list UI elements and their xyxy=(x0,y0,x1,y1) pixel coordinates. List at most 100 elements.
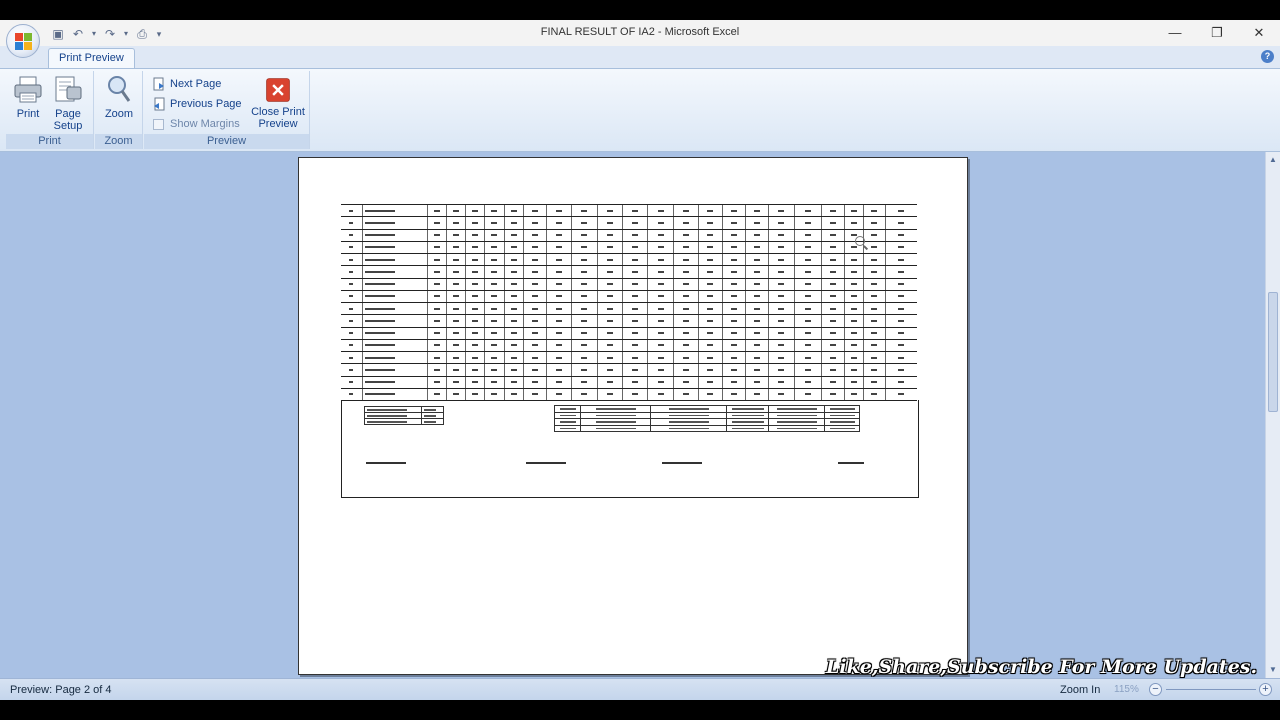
table-row xyxy=(341,265,917,279)
scroll-down-icon[interactable]: ▼ xyxy=(1268,665,1278,675)
table-cell xyxy=(571,350,598,365)
table-row xyxy=(341,301,917,316)
next-page-icon xyxy=(153,77,164,91)
table-cell xyxy=(571,301,598,316)
table-cell xyxy=(672,252,699,267)
table-cell xyxy=(545,265,572,279)
zoom-percent[interactable]: 115% xyxy=(1114,684,1139,695)
next-page-label: Next Page xyxy=(170,78,222,90)
table-cell xyxy=(622,338,648,353)
show-margins-checkbox-box[interactable] xyxy=(153,118,164,130)
print-preview-page[interactable] xyxy=(298,157,968,675)
restore-button[interactable]: ❐ xyxy=(1196,20,1238,46)
table-cell xyxy=(698,216,723,230)
toppers-cell xyxy=(726,424,769,432)
table-cell xyxy=(622,240,648,255)
help-icon[interactable]: ? xyxy=(1261,50,1274,63)
table-cell xyxy=(465,350,485,365)
table-cell xyxy=(744,387,769,402)
table-row xyxy=(341,338,917,353)
zoom-in-button[interactable]: + xyxy=(1259,683,1272,696)
table-cell xyxy=(793,326,822,340)
table-cell xyxy=(698,252,723,267)
table-cell xyxy=(698,240,723,255)
table-cell xyxy=(884,265,917,279)
table-cell xyxy=(698,350,723,365)
table-cell xyxy=(446,277,466,291)
table-cell xyxy=(545,326,572,340)
vertical-scrollbar[interactable]: ▲ ▼ xyxy=(1265,152,1280,678)
table-cell xyxy=(503,363,524,377)
table-cell xyxy=(465,240,485,255)
table-cell xyxy=(672,277,699,291)
table-cell xyxy=(545,338,572,353)
table-cell xyxy=(844,289,864,304)
zoom-in-label: Zoom In xyxy=(1060,684,1101,696)
summary-table xyxy=(364,406,444,425)
table-cell xyxy=(793,203,822,218)
table-cell xyxy=(427,277,447,291)
table-cell xyxy=(522,363,547,377)
table-cell xyxy=(571,203,598,218)
table-cell xyxy=(503,375,524,389)
minimize-button[interactable]: — xyxy=(1154,20,1196,46)
zoom-out-button[interactable]: − xyxy=(1149,683,1162,696)
previous-page-button[interactable]: Previous Page xyxy=(152,95,242,113)
table-cell xyxy=(484,265,504,279)
table-cell xyxy=(484,289,504,304)
table-cell xyxy=(884,252,917,267)
table-cell xyxy=(844,387,864,402)
table-cell xyxy=(596,375,623,389)
show-margins-label: Show Margins xyxy=(170,118,240,130)
table-cell xyxy=(744,350,769,365)
table-cell xyxy=(596,216,623,230)
table-cell xyxy=(622,265,648,279)
zoom-slider[interactable] xyxy=(1166,689,1256,690)
table-cell xyxy=(863,338,886,353)
table-cell xyxy=(863,228,886,242)
table-cell xyxy=(821,203,845,218)
table-cell xyxy=(744,375,769,389)
summary-cell xyxy=(421,418,444,425)
close-print-preview-button[interactable]: Close Print Preview xyxy=(248,73,308,130)
table-cell xyxy=(465,216,485,230)
table-cell xyxy=(863,363,886,377)
close-print-preview-label: Close Print Preview xyxy=(251,106,305,130)
next-page-button[interactable]: Next Page xyxy=(152,75,221,93)
close-button[interactable]: ✕ xyxy=(1238,20,1280,46)
toppers-cell xyxy=(650,424,727,432)
table-row xyxy=(341,203,917,218)
table-cell xyxy=(647,314,674,328)
table-cell xyxy=(821,326,845,340)
table-cell xyxy=(884,375,917,389)
table-cell xyxy=(465,301,485,316)
table-cell xyxy=(793,350,822,365)
scroll-thumb[interactable] xyxy=(1268,292,1278,412)
zoom-button[interactable]: Zoom xyxy=(99,73,139,120)
table-cell xyxy=(698,203,723,218)
tab-print-preview[interactable]: Print Preview xyxy=(48,48,135,68)
office-button[interactable] xyxy=(6,24,40,58)
table-cell xyxy=(484,375,504,389)
table-cell xyxy=(484,203,504,218)
table-cell xyxy=(446,301,466,316)
table-cell xyxy=(821,363,845,377)
table-cell xyxy=(446,252,466,267)
table-cell xyxy=(884,314,917,328)
signature-line xyxy=(526,462,566,464)
page-setup-button[interactable]: Page Setup xyxy=(48,73,88,132)
table-cell xyxy=(793,301,822,316)
show-margins-checkbox[interactable]: Show Margins xyxy=(152,115,240,133)
preview-workspace[interactable] xyxy=(0,152,1265,678)
table-cell xyxy=(571,289,598,304)
window-controls: — ❐ ✕ xyxy=(1154,20,1280,46)
table-cell xyxy=(465,228,485,242)
scroll-up-icon[interactable]: ▲ xyxy=(1268,155,1278,165)
table-cell xyxy=(821,301,845,316)
table-cell xyxy=(884,350,917,365)
table-cell xyxy=(361,265,428,279)
print-button[interactable]: Print xyxy=(8,73,48,120)
table-cell xyxy=(596,228,623,242)
table-cell xyxy=(884,387,917,402)
table-cell xyxy=(793,314,822,328)
